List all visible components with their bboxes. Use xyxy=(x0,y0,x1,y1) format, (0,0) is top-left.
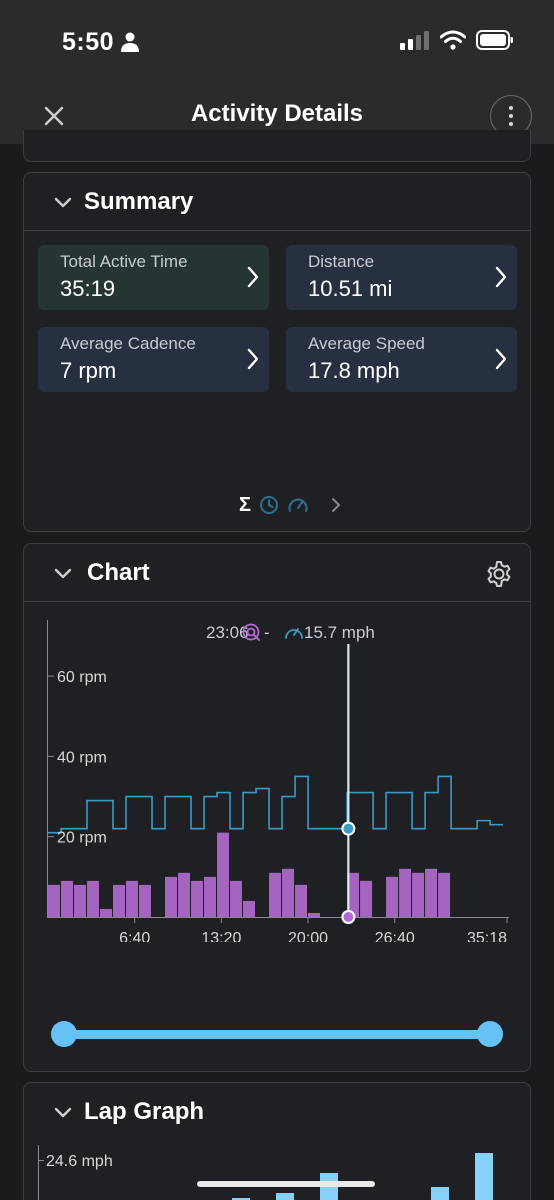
cadence-series xyxy=(48,832,451,917)
cursor-speed: 15.7 mph xyxy=(304,623,375,642)
tile-value: 35:19 xyxy=(60,276,116,301)
x-tick-label: 26:40 xyxy=(375,930,415,942)
tile-label: Average Speed xyxy=(308,334,425,353)
home-indicator[interactable] xyxy=(197,1181,375,1187)
y-ticks: 20 rpm 40 rpm 60 rpm xyxy=(48,669,107,847)
sigma-icon[interactable]: Σ xyxy=(239,494,251,517)
wifi-icon xyxy=(440,30,466,50)
gear-icon[interactable] xyxy=(484,559,514,589)
cadence-bar xyxy=(425,868,438,917)
status-time: 5:50 xyxy=(62,28,115,56)
cadence-bar xyxy=(178,872,190,917)
lap-graph-header[interactable]: Lap Graph xyxy=(24,1083,530,1141)
cadence-bar xyxy=(191,880,203,917)
tile-average-speed[interactable]: Average Speed 17.8 mph xyxy=(286,327,517,392)
x-tick-label: 35:18 xyxy=(467,930,507,942)
activity-chart[interactable]: 20 rpm 40 rpm 60 rpm 6:40 13:20 20:00 26:40 35… xyxy=(24,602,531,942)
range-slider[interactable] xyxy=(24,1014,531,1054)
slider-track xyxy=(64,1030,490,1039)
battery-icon xyxy=(476,30,513,50)
tile-label: Distance xyxy=(308,252,375,271)
speed-series xyxy=(48,775,504,834)
cursor-time: 23:06 xyxy=(206,623,249,642)
cadence-bar xyxy=(126,880,138,917)
chevron-down-icon[interactable] xyxy=(52,564,74,582)
cadence-bar xyxy=(61,880,73,917)
summary-title: Summary xyxy=(84,188,194,215)
tile-average-cadence[interactable]: Average Cadence 7 rpm xyxy=(38,327,269,392)
chevron-right-icon xyxy=(247,266,259,288)
cadence-bar xyxy=(165,876,177,917)
cadence-bar xyxy=(360,880,373,917)
chevron-right-icon xyxy=(247,348,259,370)
tile-distance[interactable]: Distance 10.51 mi xyxy=(286,245,517,310)
lap-bar xyxy=(431,1187,449,1200)
x-tick-label: 13:20 xyxy=(201,930,241,942)
x-tick-label: 6:40 xyxy=(119,930,150,942)
cursor-cadence-dot xyxy=(341,910,356,924)
chart-card: Chart 20 rpm 40 rpm 60 rpm 6:40 13:20 20:00 2… xyxy=(23,543,531,1072)
cadence-bar xyxy=(100,908,112,917)
chevron-down-icon[interactable] xyxy=(52,193,74,211)
cadence-bar xyxy=(386,876,399,917)
summary-card: Summary Total Active Time 35:19 Distance… xyxy=(23,172,531,532)
cadence-bar xyxy=(204,876,216,917)
lap-bar xyxy=(276,1193,294,1200)
tile-value: 7 rpm xyxy=(60,358,117,383)
x-ticks: 6:40 13:20 20:00 26:40 35:18 xyxy=(119,917,508,942)
cadence-bar xyxy=(438,872,451,917)
lap-y-tick: 24.6 mph xyxy=(46,1153,113,1170)
cursor-speed-dot xyxy=(341,821,356,836)
slider-handle-right[interactable] xyxy=(477,1021,503,1047)
lap-graph-title: Lap Graph xyxy=(84,1098,205,1125)
y-tick-label: 20 rpm xyxy=(57,830,107,847)
status-bar: 5:50 xyxy=(0,0,554,88)
cadence-bar xyxy=(113,884,125,917)
summary-header[interactable]: Summary xyxy=(24,173,530,231)
chevron-down-icon[interactable] xyxy=(52,1103,74,1121)
slider-handle-left[interactable] xyxy=(51,1021,77,1047)
cadence-bar xyxy=(74,884,86,917)
cadence-bar xyxy=(230,880,243,917)
speed-gauge-icon xyxy=(285,628,303,639)
tile-value: 17.8 mph xyxy=(308,358,400,383)
chevron-right-icon xyxy=(495,348,507,370)
cadence-bar xyxy=(412,872,425,917)
chart-title: Chart xyxy=(87,559,150,586)
speedometer-icon[interactable] xyxy=(287,495,309,515)
cadence-bar xyxy=(217,832,229,917)
cadence-bar xyxy=(282,868,295,917)
cadence-bar xyxy=(87,880,99,917)
cadence-bar xyxy=(48,884,60,917)
summary-pager: Σ xyxy=(239,493,347,517)
x-tick-label: 20:00 xyxy=(288,930,328,942)
y-tick-label: 40 rpm xyxy=(57,749,107,766)
chart-header[interactable]: Chart xyxy=(24,544,530,602)
tile-total-active-time[interactable]: Total Active Time 35:19 xyxy=(38,245,269,310)
lap-bar xyxy=(475,1153,493,1200)
cursor-cadence: - xyxy=(264,623,270,642)
clock-icon[interactable] xyxy=(259,495,279,515)
page-title: Activity Details xyxy=(190,100,364,127)
y-tick-label: 60 rpm xyxy=(57,669,107,686)
lap-chart: 24.6 mph xyxy=(38,1145,493,1200)
signal-icon xyxy=(400,31,429,50)
previous-card xyxy=(23,130,531,162)
cadence-bar xyxy=(295,884,308,917)
speed-line xyxy=(48,775,504,834)
cadence-bar xyxy=(399,868,412,917)
cadence-bar xyxy=(139,884,151,917)
tile-label: Average Cadence xyxy=(60,334,196,353)
tile-label: Total Active Time xyxy=(60,252,188,271)
tile-value: 10.51 mi xyxy=(308,276,393,301)
chevron-right-icon xyxy=(495,266,507,288)
cadence-bar xyxy=(308,912,321,917)
cadence-bar xyxy=(243,900,256,917)
chevron-right-icon[interactable] xyxy=(325,495,347,515)
person-icon xyxy=(121,32,139,52)
cadence-bar xyxy=(269,872,282,917)
